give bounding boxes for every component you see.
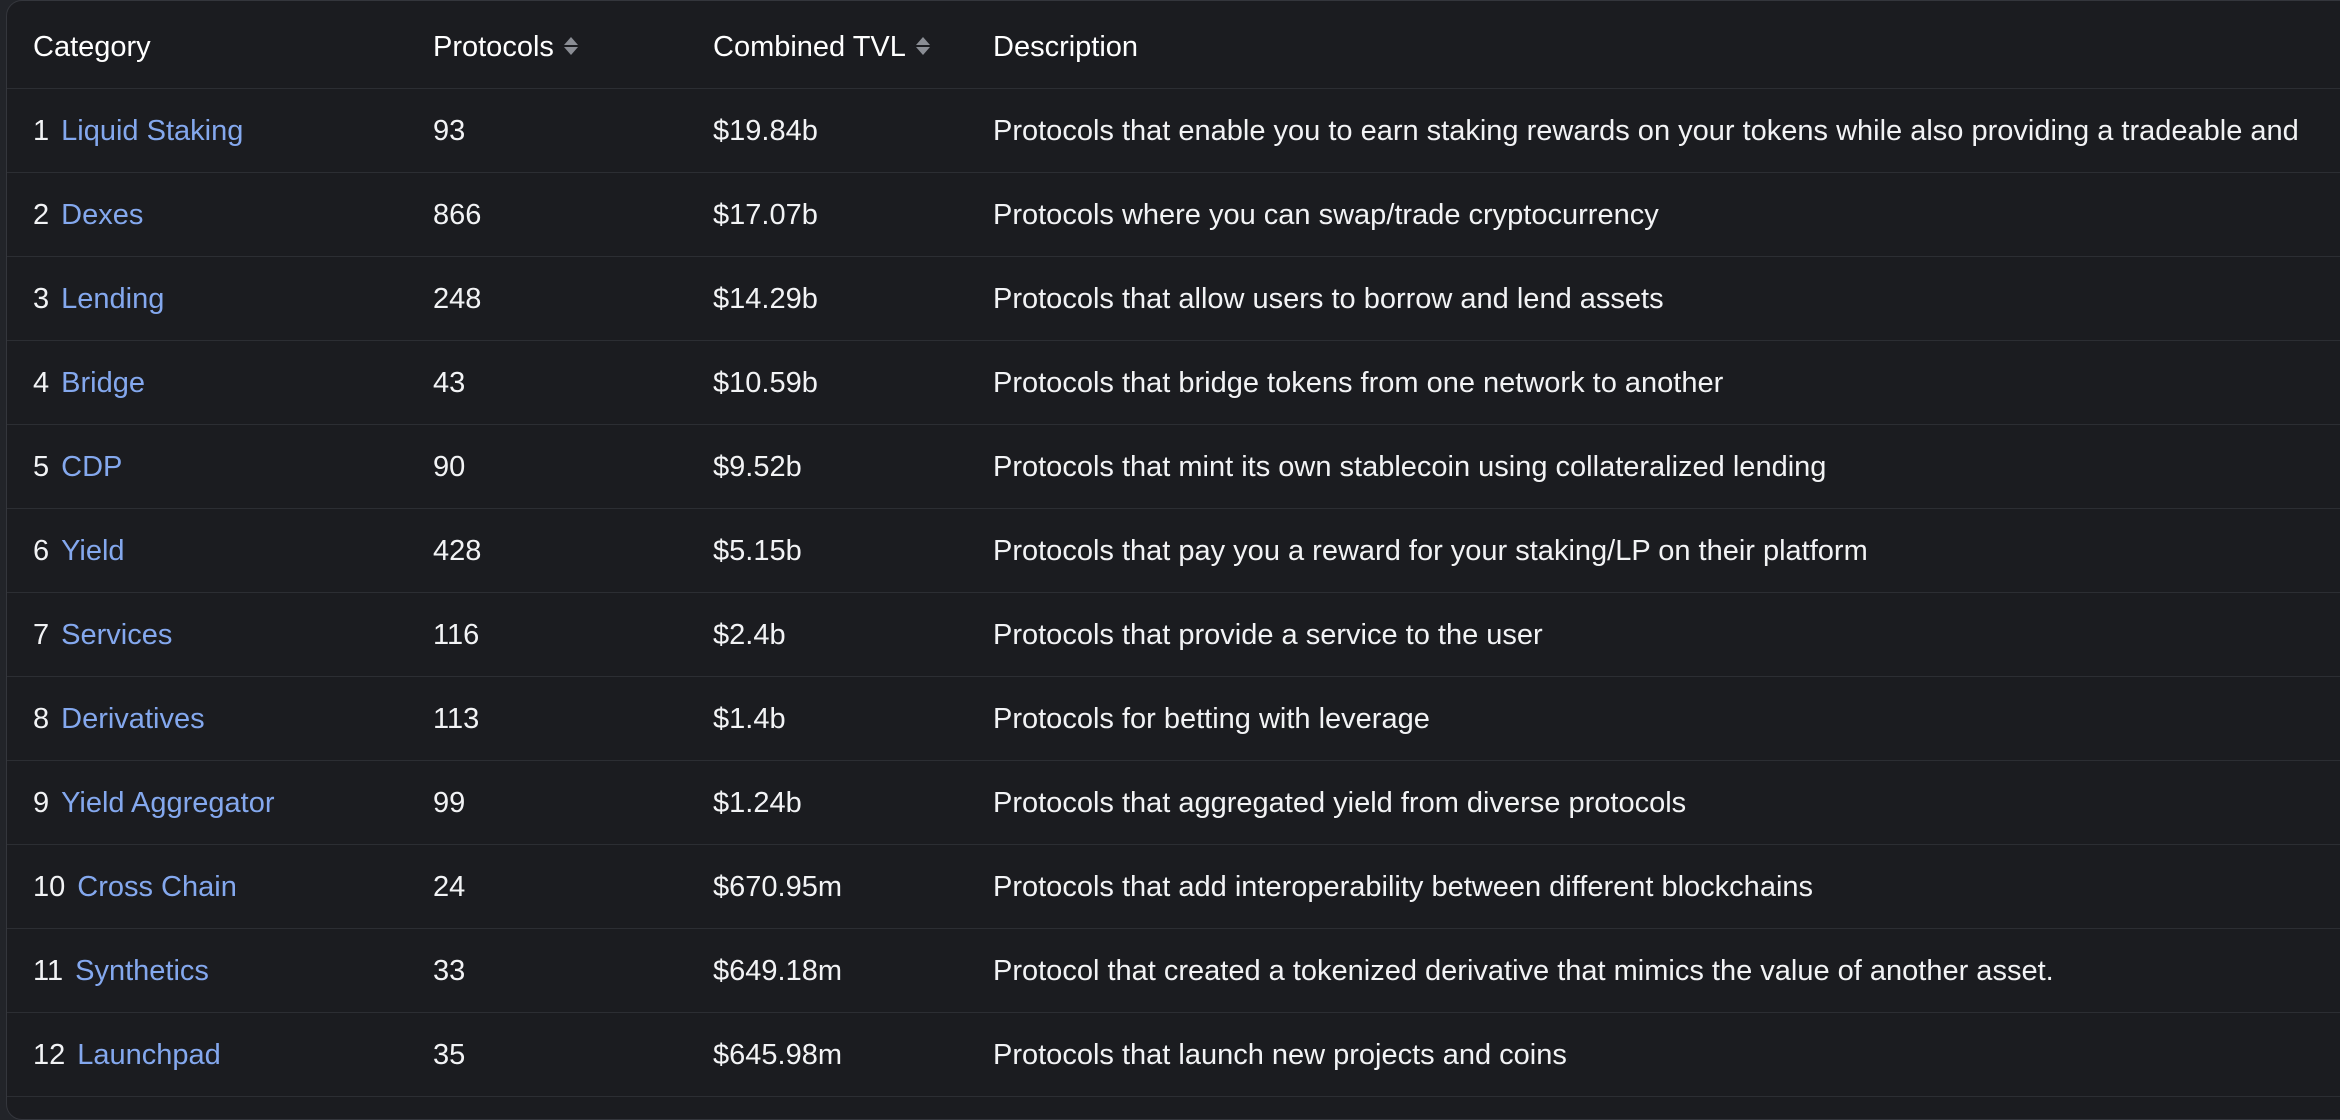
header-tvl-label: Combined TVL bbox=[713, 31, 906, 63]
category-cell: 7 Services bbox=[33, 593, 413, 677]
category-cell: 12 Launchpad bbox=[33, 1013, 413, 1097]
combined-tvl-value: $2.4b bbox=[713, 619, 786, 651]
table-row: 12 Launchpad 35 $645.98m Protocols that laun… bbox=[7, 1013, 2340, 1097]
protocols-count: 428 bbox=[433, 535, 482, 567]
protocols-count: 43 bbox=[433, 367, 466, 399]
table-row: 11 Synthetics 33 $649.18m Protocol that crea… bbox=[7, 929, 2340, 1013]
description-text: Protocols that mint its own stablecoin u… bbox=[993, 451, 1827, 483]
combined-tvl-value: $10.59b bbox=[713, 367, 818, 399]
rank-number: 9 bbox=[33, 787, 50, 819]
table-row: 1 Liquid Staking 93 $19.84b Protocols that e… bbox=[7, 89, 2340, 173]
combined-tvl-value: $645.98m bbox=[713, 1039, 842, 1071]
category-link[interactable]: Bridge bbox=[61, 367, 145, 399]
category-cell: 8 Derivatives bbox=[33, 677, 413, 761]
description-text: Protocol that created a tokenized deriva… bbox=[993, 955, 2054, 987]
table-row: 8 Derivatives 113 $1.4b Protocols for bettin… bbox=[7, 677, 2340, 761]
protocols-count: 248 bbox=[433, 283, 482, 315]
description-text: Protocols that enable you to earn stakin… bbox=[993, 115, 2299, 147]
combined-tvl-value: $14.29b bbox=[713, 283, 818, 315]
category-link[interactable]: Yield bbox=[61, 535, 124, 567]
protocols-count: 113 bbox=[433, 703, 480, 735]
description-text: Protocols that allow users to borrow and… bbox=[993, 283, 1664, 315]
rank-number: 7 bbox=[33, 619, 50, 651]
rank-number: 5 bbox=[33, 451, 50, 483]
category-link[interactable]: Launchpad bbox=[77, 1039, 221, 1071]
category-cell: 2 Dexes bbox=[33, 173, 413, 257]
table-row: 2 Dexes 866 $17.07b Protocols where you can … bbox=[7, 173, 2340, 257]
category-link[interactable]: Synthetics bbox=[75, 955, 209, 987]
description-text: Protocols that launch new projects and c… bbox=[993, 1039, 1567, 1071]
category-link[interactable]: Yield Aggregator bbox=[61, 787, 274, 819]
rank-number: 10 bbox=[33, 871, 66, 903]
category-link[interactable]: Dexes bbox=[61, 199, 143, 231]
description-text: Protocols that aggregated yield from div… bbox=[993, 787, 1687, 819]
category-cell: 4 Bridge bbox=[33, 341, 413, 425]
description-text: Protocols where you can swap/trade crypt… bbox=[993, 199, 1659, 231]
table-row: 6 Yield 428 $5.15b Protocols that pay you a … bbox=[7, 509, 2340, 593]
rank-number: 2 bbox=[33, 199, 50, 231]
table-row: 3 Lending 248 $14.29b Protocols that allow u… bbox=[7, 257, 2340, 341]
category-cell: 5 CDP bbox=[33, 425, 413, 509]
header-description: Description bbox=[993, 31, 1139, 63]
category-cell: 10 Cross Chain bbox=[33, 845, 413, 929]
rank-number: 1 bbox=[33, 115, 50, 147]
categories-table: Category Protocols Combined TVL Descript… bbox=[6, 0, 2340, 1120]
category-cell: 1 Liquid Staking bbox=[33, 89, 413, 173]
combined-tvl-value: $19.84b bbox=[713, 115, 818, 147]
description-text: Protocols that provide a service to the … bbox=[993, 619, 1543, 651]
category-link[interactable]: Derivatives bbox=[61, 703, 204, 735]
category-cell: 9 Yield Aggregator bbox=[33, 761, 413, 845]
rank-number: 12 bbox=[33, 1039, 66, 1071]
protocols-count: 24 bbox=[433, 871, 466, 903]
category-link[interactable]: CDP bbox=[61, 451, 122, 483]
combined-tvl-value: $649.18m bbox=[713, 955, 842, 987]
rank-number: 4 bbox=[33, 367, 50, 399]
table-row: 5 CDP 90 $9.52b Protocols that mint its own … bbox=[7, 425, 2340, 509]
table-header-row: Category Protocols Combined TVL Descript… bbox=[7, 5, 2340, 89]
combined-tvl-value: $1.24b bbox=[713, 787, 802, 819]
combined-tvl-value: $5.15b bbox=[713, 535, 802, 567]
category-link[interactable]: Lending bbox=[61, 283, 164, 315]
table-row: 4 Bridge 43 $10.59b Protocols that bridge to… bbox=[7, 341, 2340, 425]
protocols-count: 93 bbox=[433, 115, 466, 147]
protocols-count: 90 bbox=[433, 451, 466, 483]
protocols-count: 33 bbox=[433, 955, 466, 987]
description-text: Protocols for betting with leverage bbox=[993, 703, 1430, 735]
header-protocols-label: Protocols bbox=[433, 31, 554, 63]
category-link[interactable]: Liquid Staking bbox=[61, 115, 243, 147]
header-combined-tvl[interactable]: Combined TVL bbox=[713, 5, 973, 89]
description-text: Protocols that pay you a reward for your… bbox=[993, 535, 1868, 567]
category-cell: 3 Lending bbox=[33, 257, 413, 341]
sort-icon[interactable] bbox=[915, 34, 930, 58]
protocols-count: 116 bbox=[433, 619, 480, 651]
sort-icon[interactable] bbox=[563, 34, 578, 58]
rank-number: 3 bbox=[33, 283, 50, 315]
combined-tvl-value: $1.4b bbox=[713, 703, 786, 735]
rank-number: 11 bbox=[33, 955, 64, 987]
header-category: Category bbox=[33, 31, 151, 63]
table-row: 10 Cross Chain 24 $670.95m Protocols that ad… bbox=[7, 845, 2340, 929]
rank-number: 6 bbox=[33, 535, 50, 567]
combined-tvl-value: $17.07b bbox=[713, 199, 818, 231]
description-text: Protocols that bridge tokens from one ne… bbox=[993, 367, 1724, 399]
category-link[interactable]: Services bbox=[61, 619, 172, 651]
protocols-count: 99 bbox=[433, 787, 466, 819]
table-row: 7 Services 116 $2.4b Protocols that provide … bbox=[7, 593, 2340, 677]
header-protocols[interactable]: Protocols bbox=[433, 5, 693, 89]
protocols-count: 866 bbox=[433, 199, 482, 231]
description-text: Protocols that add interoperability betw… bbox=[993, 871, 1814, 903]
protocols-count: 35 bbox=[433, 1039, 466, 1071]
table-row: 9 Yield Aggregator 99 $1.24b Protocols that … bbox=[7, 761, 2340, 845]
combined-tvl-value: $9.52b bbox=[713, 451, 802, 483]
category-cell: 11 Synthetics bbox=[33, 929, 413, 1013]
category-cell: 6 Yield bbox=[33, 509, 413, 593]
rank-number: 8 bbox=[33, 703, 50, 735]
category-link[interactable]: Cross Chain bbox=[77, 871, 237, 903]
combined-tvl-value: $670.95m bbox=[713, 871, 842, 903]
